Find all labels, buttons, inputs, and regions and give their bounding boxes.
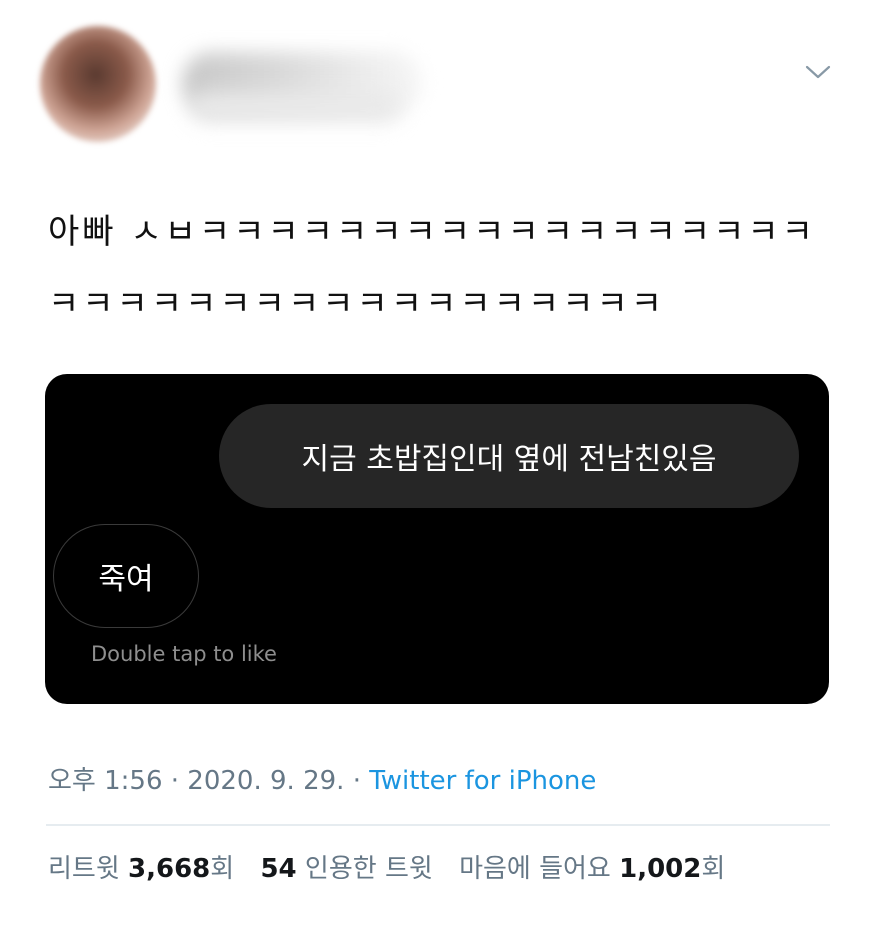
meta-separator: ·	[352, 766, 361, 796]
like-suffix: 회	[701, 854, 726, 884]
quote-stat[interactable]: 54 인용한 트윗	[260, 854, 432, 884]
retweet-count: 3,668	[128, 854, 211, 884]
like-stat[interactable]: 마음에 들어요 1,002회	[459, 854, 725, 884]
username-blurred	[190, 92, 400, 122]
chevron-down-icon[interactable]	[804, 60, 832, 84]
tweet-meta: 오후 1:56 · 2020. 9. 29. · Twitter for iPh…	[48, 760, 596, 797]
like-count: 1,002	[619, 854, 702, 884]
double-tap-hint: Double tap to like	[91, 642, 277, 666]
tweet-stats: 리트윗 3,668회 54 인용한 트윗 마음에 들어요 1,002회	[48, 848, 725, 885]
meta-separator: ·	[170, 766, 180, 796]
retweet-label: 리트윗	[48, 854, 120, 884]
quote-count: 54	[260, 854, 297, 884]
like-label: 마음에 들어요	[459, 854, 611, 884]
tweet-date[interactable]: 2020. 9. 29.	[187, 766, 344, 796]
quote-label: 인용한 트윗	[304, 854, 433, 884]
tweet-text: 아빠 ㅅㅂㅋㅋㅋㅋㅋㅋㅋㅋㅋㅋㅋㅋㅋㅋㅋㅋㅋㅋㅋㅋㅋㅋㅋㅋㅋㅋㅋㅋㅋㅋㅋㅋㅋㅋㅋ…	[48, 212, 816, 324]
embedded-chat-image[interactable]: 지금 초밥집인대 옆에 전남친있음 죽여 Double tap to like	[45, 374, 829, 704]
outgoing-message-bubble: 지금 초밥집인대 옆에 전남친있음	[219, 404, 799, 508]
tweet-time[interactable]: 오후 1:56	[48, 766, 163, 796]
incoming-message-bubble: 죽여	[53, 524, 199, 628]
divider	[46, 824, 830, 826]
tweet-card: 아빠 ㅅㅂㅋㅋㅋㅋㅋㅋㅋㅋㅋㅋㅋㅋㅋㅋㅋㅋㅋㅋㅋㅋㅋㅋㅋㅋㅋㅋㅋㅋㅋㅋㅋㅋㅋㅋㅋ…	[0, 0, 880, 937]
retweet-suffix: 회	[210, 854, 235, 884]
retweet-stat[interactable]: 리트윗 3,668회	[48, 854, 234, 884]
avatar[interactable]	[40, 26, 156, 142]
incoming-message-text: 죽여	[98, 562, 154, 597]
tweet-source-link[interactable]: Twitter for iPhone	[369, 766, 596, 796]
outgoing-message-text: 지금 초밥집인대 옆에 전남친있음	[301, 442, 717, 477]
